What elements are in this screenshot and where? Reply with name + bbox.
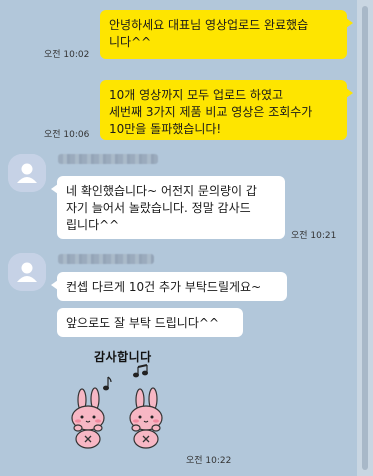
scrollbar-track[interactable] (357, 0, 373, 476)
other-message-bubble[interactable]: 컨셉 다르게 10건 추가 부탁드릴게요~ (51, 272, 287, 301)
scrollbar-thumb[interactable] (362, 6, 368, 470)
sender-name-blurred (58, 254, 154, 264)
chat-window: 안녕하세요 대표님 영상업로드 완료했습 니다^^ 오전 10:02 10개 영… (0, 0, 373, 476)
sender-name-blurred (58, 154, 158, 164)
sticker-caption: 감사합니다 (94, 350, 152, 364)
default-profile-icon (8, 253, 46, 291)
message-time: 오전 10:06 (44, 130, 90, 140)
profile-avatar[interactable] (8, 253, 46, 291)
my-message-bubble[interactable]: 10개 영상까지 모두 업로드 하였고 세번째 3가지 제품 비교 영상은 조회… (100, 80, 353, 140)
default-profile-icon (8, 154, 46, 192)
profile-avatar[interactable] (8, 154, 46, 192)
my-message-bubble[interactable]: 안녕하세요 대표님 영상업로드 완료했습 니다^^ (100, 10, 353, 59)
other-message-bubble[interactable]: 네 확인했습니다~ 어전지 문의량이 갑 자기 늘어서 놀랐습니다. 정말 감사… (51, 176, 285, 239)
rabbit-thanks-sticker[interactable]: 감사합니다 (60, 346, 180, 450)
message-time: 오전 10:21 (291, 231, 337, 241)
other-message-bubble[interactable]: 앞으로도 잘 부탁 드립니다^^ (57, 308, 243, 337)
message-time: 오전 10:22 (186, 456, 232, 466)
message-time: 오전 10:02 (44, 50, 90, 60)
